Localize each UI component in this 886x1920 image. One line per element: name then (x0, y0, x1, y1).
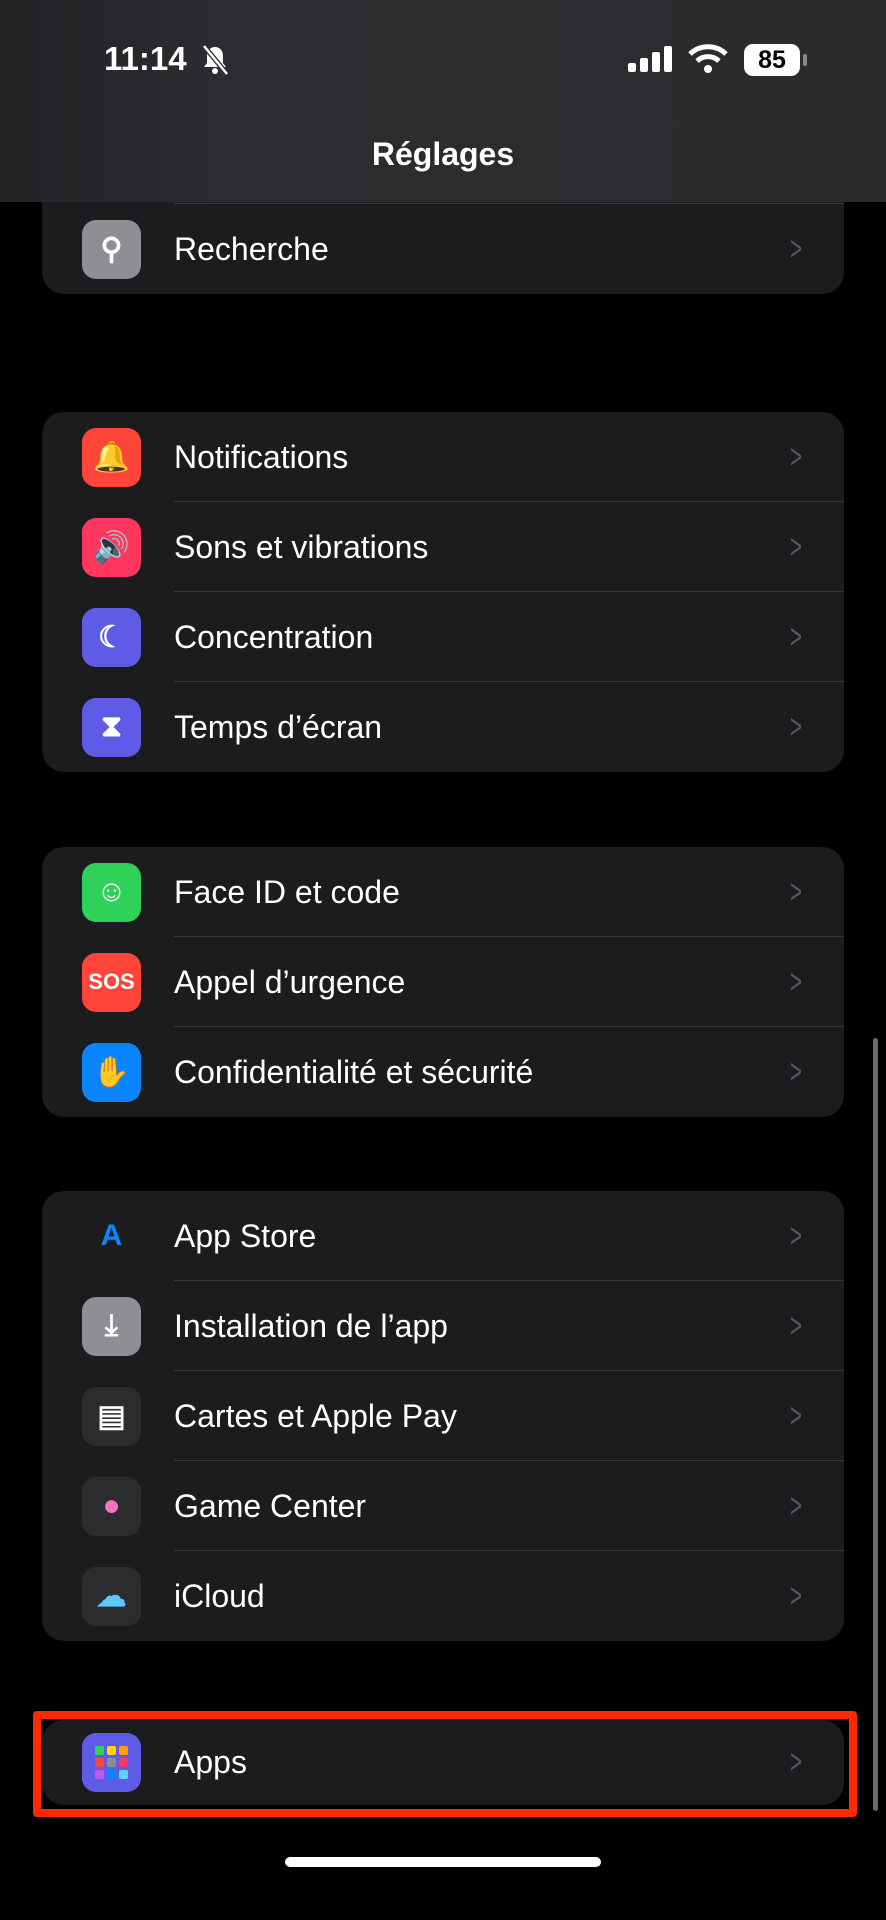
settings-group: ☺ Face ID et code > SOS Appel d’urgence > ✋ Con… (42, 847, 844, 1117)
app-store-icon: A (82, 1206, 141, 1266)
settings-row-label: iCloud (174, 1577, 265, 1614)
settings-row-label: Installation de l’app (174, 1307, 448, 1344)
status-time: 11:14 (104, 40, 187, 77)
chevron-right-icon: > (790, 229, 803, 268)
bell-icon: 🔔 (82, 427, 141, 487)
settings-row-label: App Store (174, 1217, 317, 1254)
hourglass-icon: ⧗ (82, 697, 141, 757)
face-id-icon: ☺ (82, 862, 141, 922)
magnifier-icon: ⚲ (82, 219, 141, 279)
game-center-icon: ● (82, 1476, 141, 1536)
settings-row-label: Recherche (174, 230, 329, 267)
battery-level: 85 (758, 46, 786, 74)
home-indicator[interactable] (285, 1857, 601, 1867)
highlight-box (33, 1711, 857, 1817)
settings-row-app-store[interactable]: A App Store > (42, 1191, 844, 1281)
wallet-icon: ▤ (82, 1386, 141, 1446)
chevron-right-icon: > (790, 707, 803, 746)
chevron-right-icon: > (790, 962, 803, 1001)
chevron-right-icon: > (790, 617, 803, 656)
wifi-icon (688, 44, 728, 73)
settings-row-label: Temps d’écran (174, 708, 383, 745)
settings-row-cartes-et-apple-pay[interactable]: ▤ Cartes et Apple Pay > (42, 1371, 844, 1461)
settings-row-sons-et-vibrations[interactable]: 🔊 Sons et vibrations > (42, 502, 844, 592)
sos-icon: SOS (82, 952, 141, 1012)
chevron-right-icon: > (790, 872, 803, 911)
scrollbar[interactable] (873, 1038, 878, 1811)
nav-header: 11:14 85 Réglages (0, 0, 886, 202)
settings-row-label: Sons et vibrations (174, 528, 429, 565)
settings-row-notifications[interactable]: 🔔 Notifications > (42, 412, 844, 502)
settings-group: 🔔 Notifications > 🔊 Sons et vibrations > ☾ Conc… (42, 412, 844, 772)
chevron-right-icon: > (790, 1486, 803, 1525)
chevron-right-icon: > (790, 1216, 803, 1255)
chevron-right-icon: > (790, 1576, 803, 1615)
settings-group: A App Store > ⤓ Installation de l’app > ▤ Carte… (42, 1191, 844, 1641)
battery-tip (803, 54, 807, 66)
settings-row-label: Game Center (174, 1487, 367, 1524)
settings-row-label: Notifications (174, 438, 349, 475)
settings-row-game-center[interactable]: ● Game Center > (42, 1461, 844, 1551)
cellular-signal-icon (628, 46, 672, 72)
settings-row-icloud[interactable]: ☁ iCloud > (42, 1551, 844, 1641)
settings-row-label: Concentration (174, 618, 374, 655)
chevron-right-icon: > (790, 527, 803, 566)
settings-row-label: Cartes et Apple Pay (174, 1397, 457, 1434)
settings-row-face-id-et-code[interactable]: ☺ Face ID et code > (42, 847, 844, 937)
settings-row-confidentialit-et-s-curit-[interactable]: ✋ Confidentialité et sécurité > (42, 1027, 844, 1117)
battery-indicator: 85 (744, 44, 800, 76)
download-icon: ⤓ (82, 1296, 141, 1356)
settings-row-label: Confidentialité et sécurité (174, 1053, 534, 1090)
speaker-icon: 🔊 (82, 517, 141, 577)
cloud-icon: ☁ (82, 1566, 141, 1626)
settings-row-label: Appel d’urgence (174, 963, 406, 1000)
settings-row-temps-d-cran[interactable]: ⧗ Temps d’écran > (42, 682, 844, 772)
settings-row-recherche[interactable]: ⚲ Recherche > (42, 204, 844, 294)
settings-row-concentration[interactable]: ☾ Concentration > (42, 592, 844, 682)
chevron-right-icon: > (790, 1396, 803, 1435)
bell-slash-icon (202, 44, 229, 76)
settings-row-label: Face ID et code (174, 873, 400, 910)
page-title: Réglages (371, 136, 515, 172)
settings-row-installation-de-l-app[interactable]: ⤓ Installation de l’app > (42, 1281, 844, 1371)
settings-row-appel-d-urgence[interactable]: SOS Appel d’urgence > (42, 937, 844, 1027)
chevron-right-icon: > (790, 1052, 803, 1091)
moon-icon: ☾ (82, 607, 141, 667)
hand-icon: ✋ (82, 1042, 141, 1102)
chevron-right-icon: > (790, 1306, 803, 1345)
chevron-right-icon: > (790, 437, 803, 476)
